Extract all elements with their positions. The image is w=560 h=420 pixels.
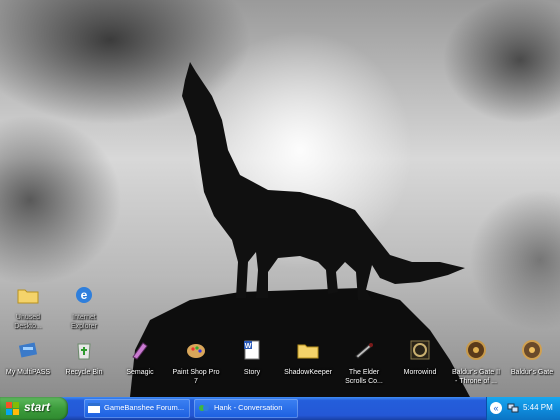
browser-window-icon [88,403,100,413]
desktop[interactable]: Unused Deskto... e Internet Explorer My … [0,0,560,397]
unused-desktop-shortcuts-icon[interactable]: Unused Deskto... [0,283,56,331]
multipass-icon [18,342,38,358]
bg-game-icon [522,340,542,360]
paint-shop-pro-icon[interactable]: Paint Shop Pro 7 [168,338,224,386]
system-tray: « 5:44 PM [486,397,560,420]
icon-label: The Elder Scrolls Co... [345,369,383,385]
icon-label: Story [243,369,261,376]
scroll-icon [355,343,373,359]
clock[interactable]: 5:44 PM [523,403,553,412]
taskbar-button-gamebanshee[interactable]: GameBanshee Forum... [84,399,190,418]
icon-label: Baldur's Gate [510,369,554,376]
icon-label: Internet Explorer [70,314,98,330]
icon-label: Unused Deskto... [14,314,42,330]
icon-label: Semagic [126,369,154,376]
task-label: Hank - Conversation [214,403,283,412]
word-document-icon: W [244,340,260,360]
task-label: GameBanshee Forum... [104,403,185,412]
icon-label: Morrowind [403,369,437,376]
start-label: start [24,400,51,414]
recycle-bin-icon[interactable]: Recycle Bin [56,338,112,378]
icon-label: ShadowKeeper [284,369,332,376]
palette-icon [187,344,205,358]
baldurs-gate-ii-icon[interactable]: Baldur's Gate II - Throne of ... [448,338,504,386]
icon-label: My MultiPASS [5,369,51,376]
baldurs-gate-icon[interactable]: Baldur's Gate [504,338,560,378]
icon-label: Recycle Bin [65,369,103,376]
icon-label: Baldur's Gate II - Throne of ... [451,369,501,385]
ie-globe-icon: e [76,287,92,303]
morrowind-icon[interactable]: Morrowind [392,338,448,378]
svg-text:e: e [81,288,88,302]
svg-text:W: W [245,343,252,350]
start-button[interactable]: start [0,397,68,420]
taskbar-button-hank-conversation[interactable]: Hank - Conversation [194,399,298,418]
morrowind-game-icon [410,340,430,360]
network-icon[interactable] [507,402,519,414]
semagic-icon[interactable]: Semagic [112,338,168,378]
pen-icon [132,342,148,360]
windows-flag-icon [6,402,19,415]
story-icon[interactable]: W Story [224,338,280,378]
folder-icon [17,289,39,304]
messenger-icon [199,405,209,411]
icon-label: Paint Shop Pro 7 [172,369,220,385]
elder-scrolls-icon[interactable]: The Elder Scrolls Co... [336,338,392,386]
chevron-left-icon[interactable]: « [490,402,502,414]
my-multipass-icon[interactable]: My MultiPASS [0,338,56,378]
folder-icon [297,344,319,359]
internet-explorer-icon[interactable]: e Internet Explorer [56,283,112,331]
bg2-game-icon [466,340,486,360]
shadowkeeper-icon[interactable]: ShadowKeeper [280,338,336,378]
taskbar: start GameBanshee Forum... Hank - Conver… [0,397,560,420]
trash-icon [77,343,91,360]
